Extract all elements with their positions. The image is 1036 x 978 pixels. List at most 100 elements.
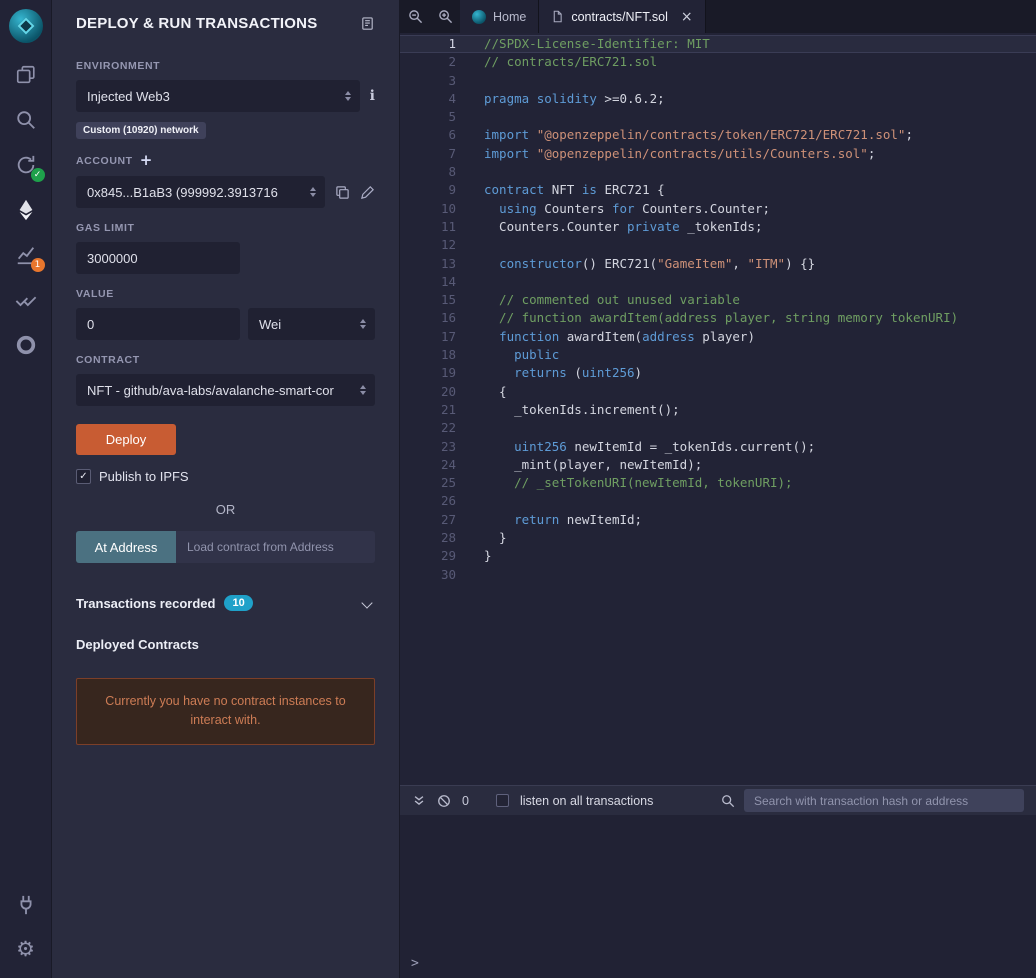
line-number[interactable]: 9 [400,181,456,199]
code-line[interactable]: 25 // _setTokenURI(newItemId, tokenURI); [400,474,1036,492]
line-number[interactable]: 1 [400,35,456,53]
code-line[interactable]: 18 public [400,346,1036,364]
remix-logo-icon[interactable] [0,0,52,52]
close-icon[interactable]: × [681,10,693,24]
line-number[interactable]: 3 [400,72,456,90]
code-line[interactable]: 30 [400,566,1036,584]
collapse-terminal-button[interactable] [412,794,426,808]
zoom-out-button[interactable] [400,0,430,33]
line-number[interactable]: 6 [400,126,456,144]
contract-select[interactable]: NFT - github/ava-labs/avalanche-smart-co… [76,374,375,406]
terminal-body[interactable]: > [400,815,1036,978]
info-icon[interactable]: ℹ [370,88,375,104]
line-number[interactable]: 27 [400,511,456,529]
line-number[interactable]: 17 [400,328,456,346]
sidebar-item-unit-testing[interactable] [0,277,52,322]
sidebar-item-solidity-compiler[interactable]: ✓ [0,142,52,187]
code-text: // contracts/ERC721.sol [484,54,658,70]
at-address-input[interactable] [176,531,375,563]
line-number[interactable]: 22 [400,419,456,437]
line-number[interactable]: 19 [400,364,456,382]
code-line[interactable]: 27 return newItemId; [400,511,1036,529]
code-line[interactable]: 5 [400,108,1036,126]
code-line[interactable]: 1 //SPDX-License-Identifier: MIT [400,35,1036,54]
line-number[interactable]: 29 [400,547,456,565]
gas-limit-input[interactable] [76,242,240,274]
code-line[interactable]: 23 uint256 newItemId = _tokenIds.current… [400,438,1036,456]
code-line[interactable]: 12 [400,236,1036,254]
code-line[interactable]: 17 function awardItem(address player) [400,328,1036,346]
code-line[interactable]: 3 [400,72,1036,90]
code-line[interactable]: 11 Counters.Counter private _tokenIds; [400,218,1036,236]
code-line[interactable]: 24 _mint(player, newItemId); [400,456,1036,474]
line-number[interactable]: 11 [400,218,456,236]
line-number[interactable]: 12 [400,236,456,254]
code-line[interactable]: 13 constructor() ERC721("GameItem", "ITM… [400,255,1036,273]
environment-select[interactable]: Injected Web3 [76,80,360,112]
deploy-button[interactable]: Deploy [76,424,176,455]
line-number[interactable]: 30 [400,566,456,584]
network-badge: Custom (10920) network [76,122,206,139]
line-number[interactable]: 8 [400,163,456,181]
line-number[interactable]: 15 [400,291,456,309]
code-line[interactable]: 28 } [400,529,1036,547]
transactions-recorded-row[interactable]: Transactions recorded 10 [76,595,375,611]
code-line[interactable]: 8 [400,163,1036,181]
code-line[interactable]: 9 contract NFT is ERC721 { [400,181,1036,199]
line-number[interactable]: 20 [400,383,456,401]
code-line[interactable]: 7 import "@openzeppelin/contracts/utils/C… [400,145,1036,163]
sidebar-item-plugin-manager[interactable] [0,882,52,927]
line-number[interactable]: 23 [400,438,456,456]
sidebar-item-deploy-run[interactable] [0,187,52,232]
sidebar-item-search[interactable] [0,97,52,142]
at-address-button[interactable]: At Address [76,531,176,563]
account-select[interactable]: 0x845...B1aB3 (999992.3913716 [76,176,325,208]
terminal-search-input[interactable] [744,789,1024,812]
code-line[interactable]: 26 [400,492,1036,510]
code-line[interactable]: 2 // contracts/ERC721.sol [400,53,1036,71]
line-number[interactable]: 21 [400,401,456,419]
code-line[interactable]: 19 returns (uint256) [400,364,1036,382]
tab-nft-sol[interactable]: contracts/NFT.sol × [539,0,706,33]
line-number[interactable]: 26 [400,492,456,510]
code-line[interactable]: 6 import "@openzeppelin/contracts/token/E… [400,126,1036,144]
code-line[interactable]: 15 // commented out unused variable [400,291,1036,309]
copy-account-button[interactable] [335,185,350,200]
sidebar-item-analytics[interactable]: 1 [0,232,52,277]
line-number[interactable]: 18 [400,346,456,364]
line-number[interactable]: 24 [400,456,456,474]
chevron-down-icon[interactable] [361,597,373,609]
line-number[interactable]: 5 [400,108,456,126]
line-number[interactable]: 13 [400,255,456,273]
clear-terminal-button[interactable] [437,794,451,808]
line-number[interactable]: 14 [400,273,456,291]
sidebar-item-file-explorer[interactable] [0,52,52,97]
line-number[interactable]: 2 [400,53,456,71]
tab-home[interactable]: Home [460,0,540,33]
add-account-icon[interactable]: + [140,153,153,168]
line-number[interactable]: 4 [400,90,456,108]
code-line[interactable]: 14 [400,273,1036,291]
code-line[interactable]: 16 // function awardItem(address player,… [400,309,1036,327]
code-line[interactable]: 20 { [400,383,1036,401]
value-unit-select[interactable]: Wei [248,308,375,340]
line-number[interactable]: 10 [400,200,456,218]
code-line[interactable]: 10 using Counters for Counters.Counter; [400,200,1036,218]
edit-account-button[interactable] [360,185,375,200]
sidebar-item-plugin-circle[interactable] [0,322,52,367]
publish-ipfs-checkbox[interactable]: ✓ [76,469,91,484]
code-line[interactable]: 29} [400,547,1036,565]
notepad-icon[interactable] [360,16,375,31]
code-editor[interactable]: 1 //SPDX-License-Identifier: MIT 2 // contr… [400,33,1036,785]
line-number[interactable]: 16 [400,309,456,327]
line-number[interactable]: 25 [400,474,456,492]
listen-all-checkbox[interactable] [495,794,509,807]
code-line[interactable]: 21 _tokenIds.increment(); [400,401,1036,419]
line-number[interactable]: 28 [400,529,456,547]
code-line[interactable]: 4 pragma solidity >=0.6.2; [400,90,1036,108]
zoom-in-button[interactable] [430,0,460,33]
line-number[interactable]: 7 [400,145,456,163]
code-line[interactable]: 22 [400,419,1036,437]
value-input[interactable] [76,308,240,340]
sidebar-item-settings[interactable]: ⚙ [0,927,52,972]
